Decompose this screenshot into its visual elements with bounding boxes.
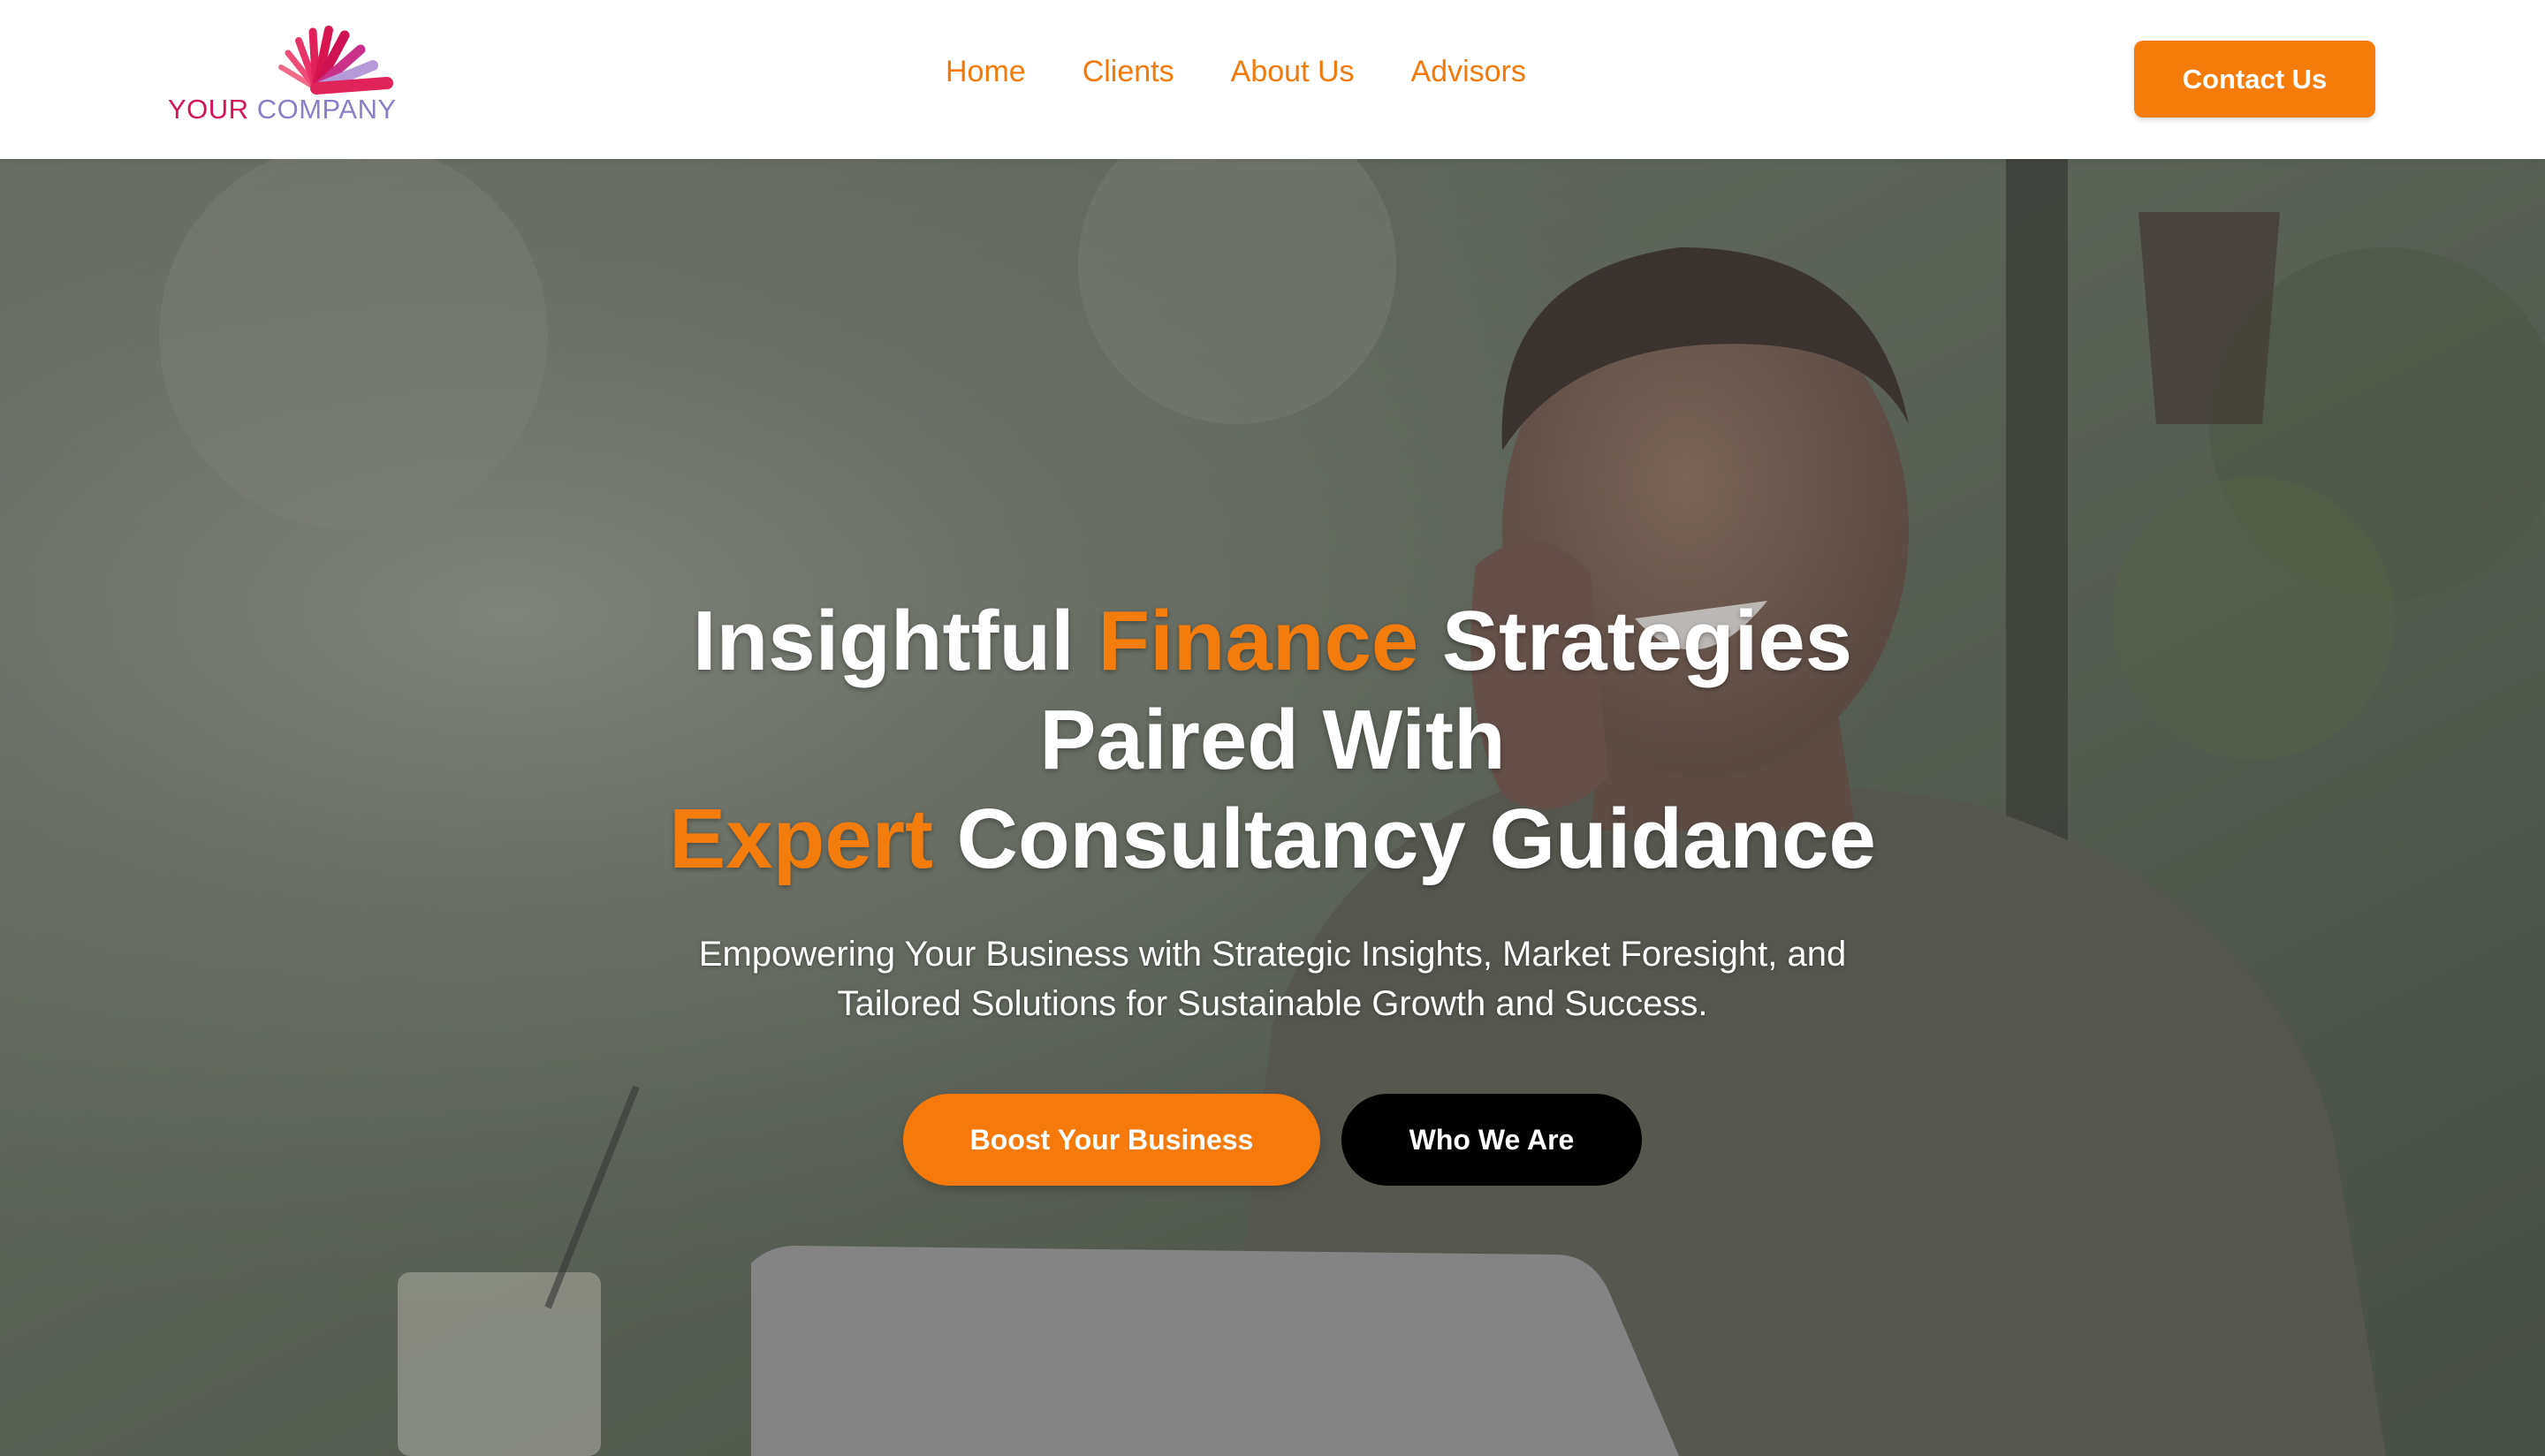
headline-part-3: Consultancy Guidance [932,792,1876,886]
logo-fan-icon [278,26,393,95]
hero-buttons: Boost Your Business Who We Are [566,1094,1979,1186]
hero-content: Insightful Finance Strategies Paired Wit… [566,592,1979,1186]
nav-home[interactable]: Home [946,55,1026,89]
who-we-are-button[interactable]: Who We Are [1341,1094,1642,1186]
hero-section: Insightful Finance Strategies Paired Wit… [0,159,2545,1456]
hero-subtext: Empowering Your Business with Strategic … [698,935,1847,1023]
headline-accent-finance: Finance [1098,594,1419,688]
logo-word-company: COMPANY [256,94,397,125]
headline-part-2: Strategies [1418,594,1853,688]
logo-wordmark: YOUR COMPANY [168,94,397,125]
site-header: YOUR COMPANY Home Clients About Us Advis… [0,0,2545,159]
headline-part-1: Insightful [692,594,1098,688]
nav-about-us[interactable]: About Us [1231,55,1355,89]
company-logo[interactable]: YOUR COMPANY [168,25,433,131]
main-nav: Home Clients About Us Advisors [946,55,1526,89]
hero-headline: Insightful Finance Strategies Paired Wit… [566,592,1979,889]
nav-clients[interactable]: Clients [1083,55,1174,89]
boost-your-business-button[interactable]: Boost Your Business [903,1094,1320,1186]
headline-accent-expert: Expert [669,792,933,886]
nav-advisors[interactable]: Advisors [1411,55,1526,89]
logo-word-your: YOUR [168,94,249,125]
contact-us-button[interactable]: Contact Us [2134,41,2375,118]
headline-line-2: Paired With [1039,693,1506,787]
